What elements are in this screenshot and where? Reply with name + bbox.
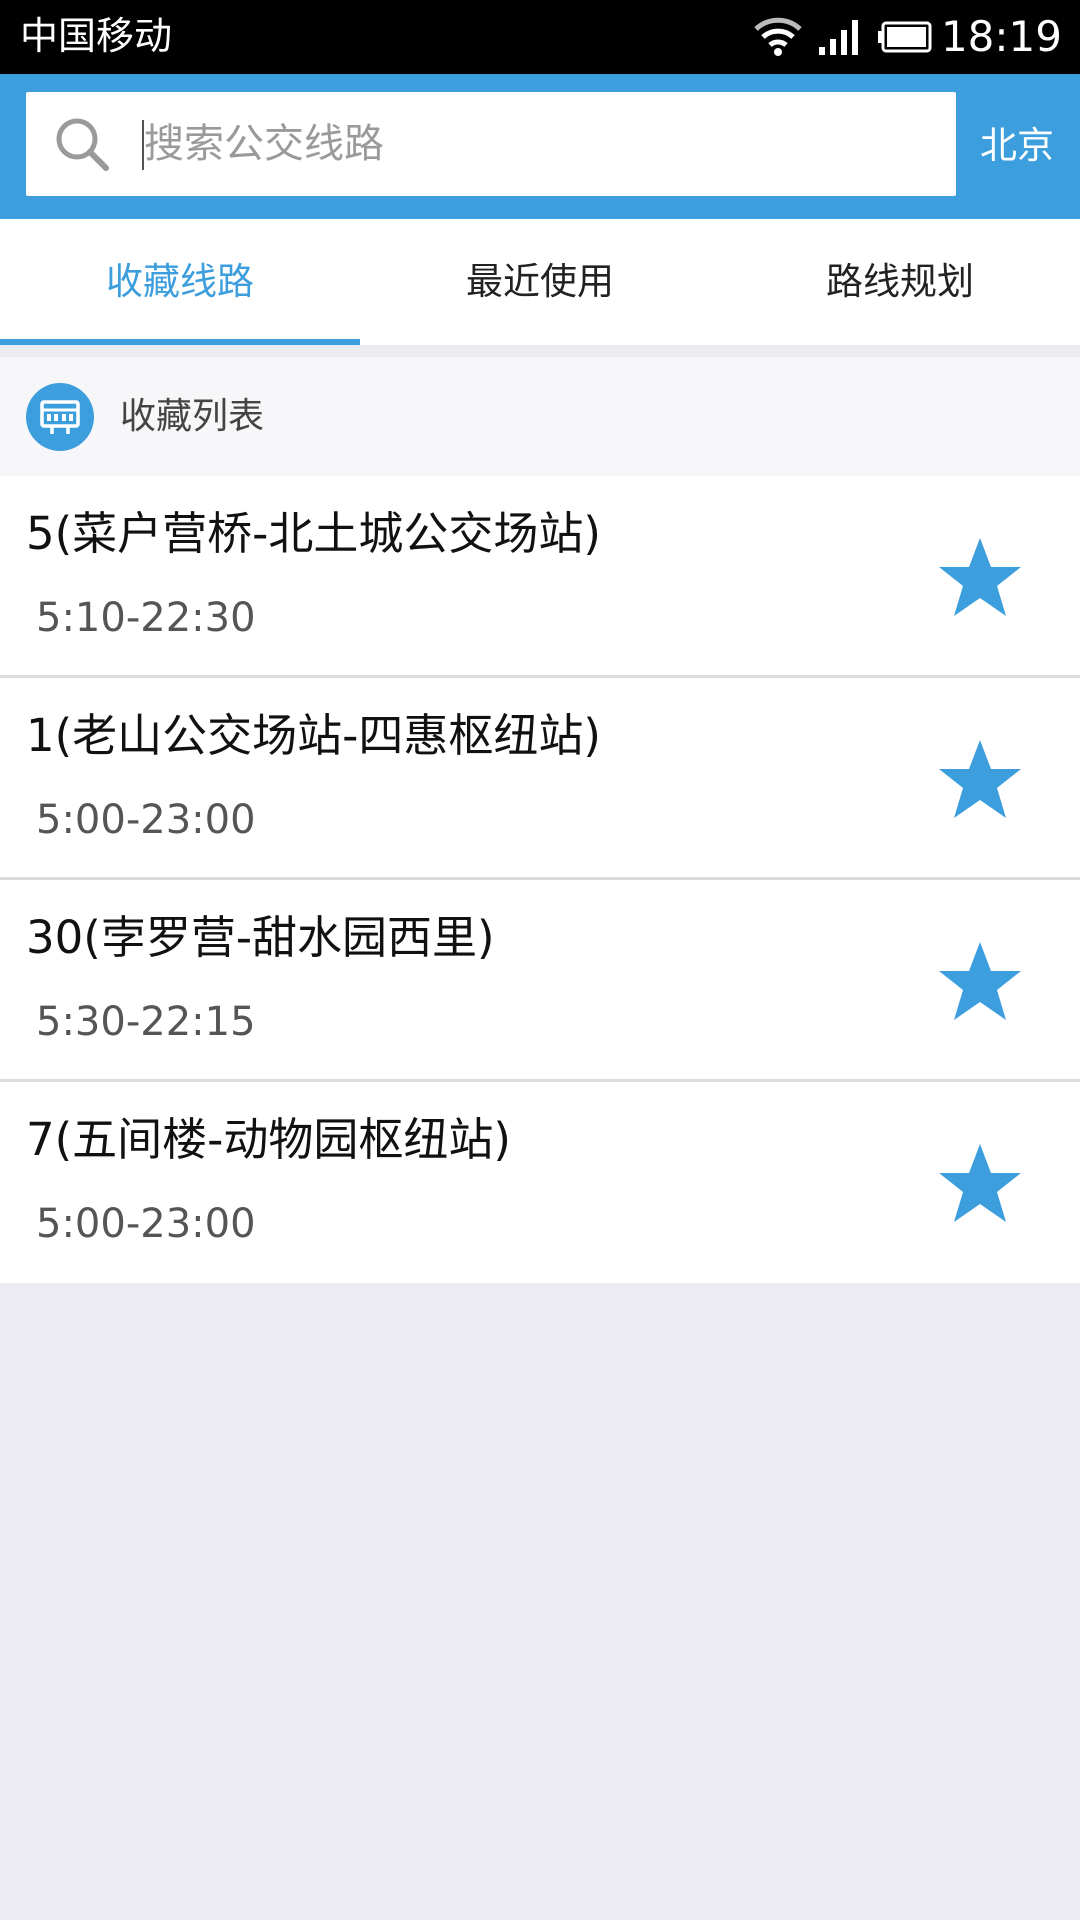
list-item[interactable]: 7(五间楼-动物园枢纽站) 5:00-23:00 bbox=[0, 1082, 1080, 1283]
route-name: 30(孛罗营-甜水园西里) bbox=[26, 911, 495, 964]
wifi-icon bbox=[753, 15, 803, 59]
clock: 18:19 bbox=[940, 12, 1062, 61]
tab-favorite-routes[interactable]: 收藏线路 bbox=[0, 219, 360, 345]
route-name: 1(老山公交场站-四惠枢纽站) bbox=[26, 709, 601, 762]
active-tab-indicator bbox=[0, 339, 360, 345]
list-item[interactable]: 5(菜户营桥-北土城公交场站) 5:10-22:30 bbox=[0, 476, 1080, 678]
battery-icon bbox=[877, 20, 933, 54]
tab-route-planning[interactable]: 路线规划 bbox=[720, 219, 1080, 345]
route-hours: 5:10-22:30 bbox=[36, 595, 256, 641]
tab-recent[interactable]: 最近使用 bbox=[360, 219, 720, 345]
search-box[interactable] bbox=[26, 92, 956, 196]
status-icons: 18:19 bbox=[753, 10, 1062, 64]
star-icon[interactable] bbox=[935, 532, 1025, 622]
status-bar: 中国移动 18:19 bbox=[0, 0, 1080, 74]
signal-icon bbox=[817, 17, 863, 57]
list-item[interactable]: 1(老山公交场站-四惠枢纽站) 5:00-23:00 bbox=[0, 678, 1080, 880]
tab-bar: 收藏线路 最近使用 路线规划 bbox=[0, 219, 1080, 345]
list-item[interactable]: 30(孛罗营-甜水园西里) 5:30-22:15 bbox=[0, 880, 1080, 1082]
section-title: 收藏列表 bbox=[120, 396, 265, 437]
route-name: 7(五间楼-动物园枢纽站) bbox=[26, 1113, 511, 1166]
star-icon[interactable] bbox=[935, 1138, 1025, 1228]
carrier-name: 中国移动 bbox=[20, 14, 173, 58]
star-icon[interactable] bbox=[935, 936, 1025, 1026]
star-icon[interactable] bbox=[935, 734, 1025, 824]
city-selector[interactable]: 北京 bbox=[980, 118, 1054, 174]
header-bar: 北京 bbox=[0, 74, 1080, 219]
search-input[interactable] bbox=[144, 112, 924, 176]
search-icon bbox=[54, 116, 110, 172]
route-name: 5(菜户营桥-北土城公交场站) bbox=[26, 507, 601, 560]
favorite-routes-list: 5(菜户营桥-北土城公交场站) 5:10-22:30 1(老山公交场站-四惠枢纽… bbox=[0, 476, 1080, 1283]
route-hours: 5:30-22:15 bbox=[36, 999, 256, 1045]
section-header: 收藏列表 bbox=[0, 357, 1080, 476]
route-hours: 5:00-23:00 bbox=[36, 1201, 256, 1247]
route-hours: 5:00-23:00 bbox=[36, 797, 256, 843]
bus-stop-icon bbox=[26, 383, 94, 451]
